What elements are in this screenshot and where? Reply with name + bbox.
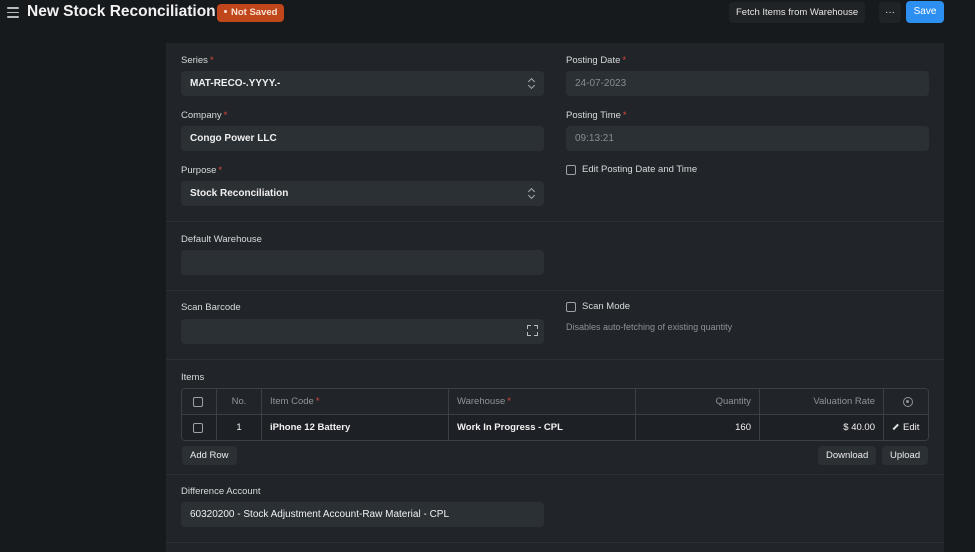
row-no: 1 — [217, 415, 262, 440]
add-row-button[interactable]: Add Row — [182, 446, 237, 465]
upload-button[interactable]: Upload — [882, 446, 929, 465]
posting-time-label-text: Posting Time — [566, 110, 621, 121]
gear-icon[interactable] — [903, 397, 913, 407]
scan-mode-help: Disables auto-fetching of existing quant… — [566, 322, 733, 332]
row-item-code[interactable]: iPhone 12 Battery — [262, 415, 449, 440]
col-quantity: Quantity — [636, 389, 760, 414]
scan-barcode-input[interactable] — [181, 319, 544, 344]
purpose-label: Purpose * — [181, 165, 223, 176]
posting-date-label: Posting Date * — [566, 55, 627, 66]
purpose-value: Stock Reconciliation — [190, 188, 289, 199]
default-warehouse-input[interactable] — [181, 250, 544, 275]
page-title: New Stock Reconciliation — [27, 3, 216, 20]
col-warehouse: Warehouse * — [449, 389, 636, 414]
edit-posting-label: Edit Posting Date and Time — [582, 164, 698, 175]
row-checkbox[interactable] — [193, 423, 203, 433]
col-warehouse-label: Warehouse — [457, 396, 506, 407]
posting-time-input[interactable]: 09:13:21 — [566, 126, 929, 151]
difference-account-input[interactable]: 60320200 - Stock Adjustment Account-Raw … — [181, 502, 544, 527]
save-button[interactable]: Save — [906, 1, 944, 23]
section-divider — [166, 474, 944, 475]
posting-date-input[interactable]: 24-07-2023 — [566, 71, 929, 96]
status-badge-label: Not Saved — [231, 7, 278, 18]
col-item-code: Item Code * — [262, 389, 449, 414]
scan-mode-label: Scan Mode — [582, 301, 631, 312]
row-quantity[interactable]: 160 — [636, 415, 760, 440]
company-label-text: Company — [181, 110, 222, 121]
company-label: Company * — [181, 110, 228, 121]
table-row[interactable]: 1 iPhone 12 Battery Work In Progress - C… — [182, 415, 928, 440]
section-divider — [166, 359, 944, 360]
row-edit-button[interactable]: Edit — [884, 415, 928, 440]
fetch-items-button[interactable]: Fetch Items from Warehouse — [729, 2, 866, 23]
series-select[interactable]: MAT-RECO-.YYYY.- — [181, 71, 544, 96]
select-arrows-icon — [528, 188, 535, 199]
posting-date-label-text: Posting Date — [566, 55, 621, 66]
row-select-cell — [182, 415, 217, 440]
section-divider — [166, 542, 944, 543]
purpose-label-text: Purpose — [181, 165, 217, 176]
row-warehouse[interactable]: Work In Progress - CPL — [449, 415, 636, 440]
default-warehouse-label: Default Warehouse — [181, 234, 262, 245]
status-badge: Not Saved — [217, 4, 285, 22]
hamburger-menu-icon[interactable] — [7, 7, 19, 19]
posting-time-label: Posting Time * — [566, 110, 627, 121]
items-label: Items — [181, 372, 205, 383]
difference-account-label: Difference Account — [181, 486, 261, 497]
items-grid: No. Item Code * Warehouse * Quantity Valua… — [181, 388, 929, 441]
section-divider — [166, 221, 944, 222]
section-divider — [166, 290, 944, 291]
col-no: No. — [217, 389, 262, 414]
select-arrows-icon — [528, 78, 535, 89]
download-button[interactable]: Download — [818, 446, 877, 465]
pencil-icon — [892, 423, 899, 430]
edit-posting-checkbox[interactable] — [566, 165, 576, 175]
col-item-code-label: Item Code — [270, 396, 314, 407]
status-dot-icon — [224, 9, 227, 13]
series-value: MAT-RECO-.YYYY.- — [190, 78, 281, 89]
col-valuation-rate: Valuation Rate — [760, 389, 884, 414]
grid-header-row: No. Item Code * Warehouse * Quantity Valua… — [182, 389, 928, 415]
form-card: Series * MAT-RECO-.YYYY.- Posting Date * 2… — [166, 43, 944, 552]
purpose-select[interactable]: Stock Reconciliation — [181, 181, 544, 206]
scan-barcode-icon[interactable] — [527, 325, 538, 336]
company-input[interactable]: Congo Power LLC — [181, 126, 544, 151]
row-valuation-rate[interactable]: $ 40.00 — [760, 415, 884, 440]
series-label-text: Series — [181, 55, 208, 66]
scan-barcode-label: Scan Barcode — [181, 302, 241, 313]
page-header: New Stock Reconciliation Not Saved Fetch… — [0, 0, 975, 30]
series-label: Series * — [181, 55, 214, 66]
select-all-checkbox[interactable] — [193, 397, 203, 407]
scan-mode-checkbox[interactable] — [566, 302, 576, 312]
row-edit-label: Edit — [903, 422, 920, 433]
more-actions-button[interactable]: ··· — [879, 2, 901, 23]
grid-settings-cell — [884, 389, 928, 414]
select-all-cell — [182, 389, 217, 414]
